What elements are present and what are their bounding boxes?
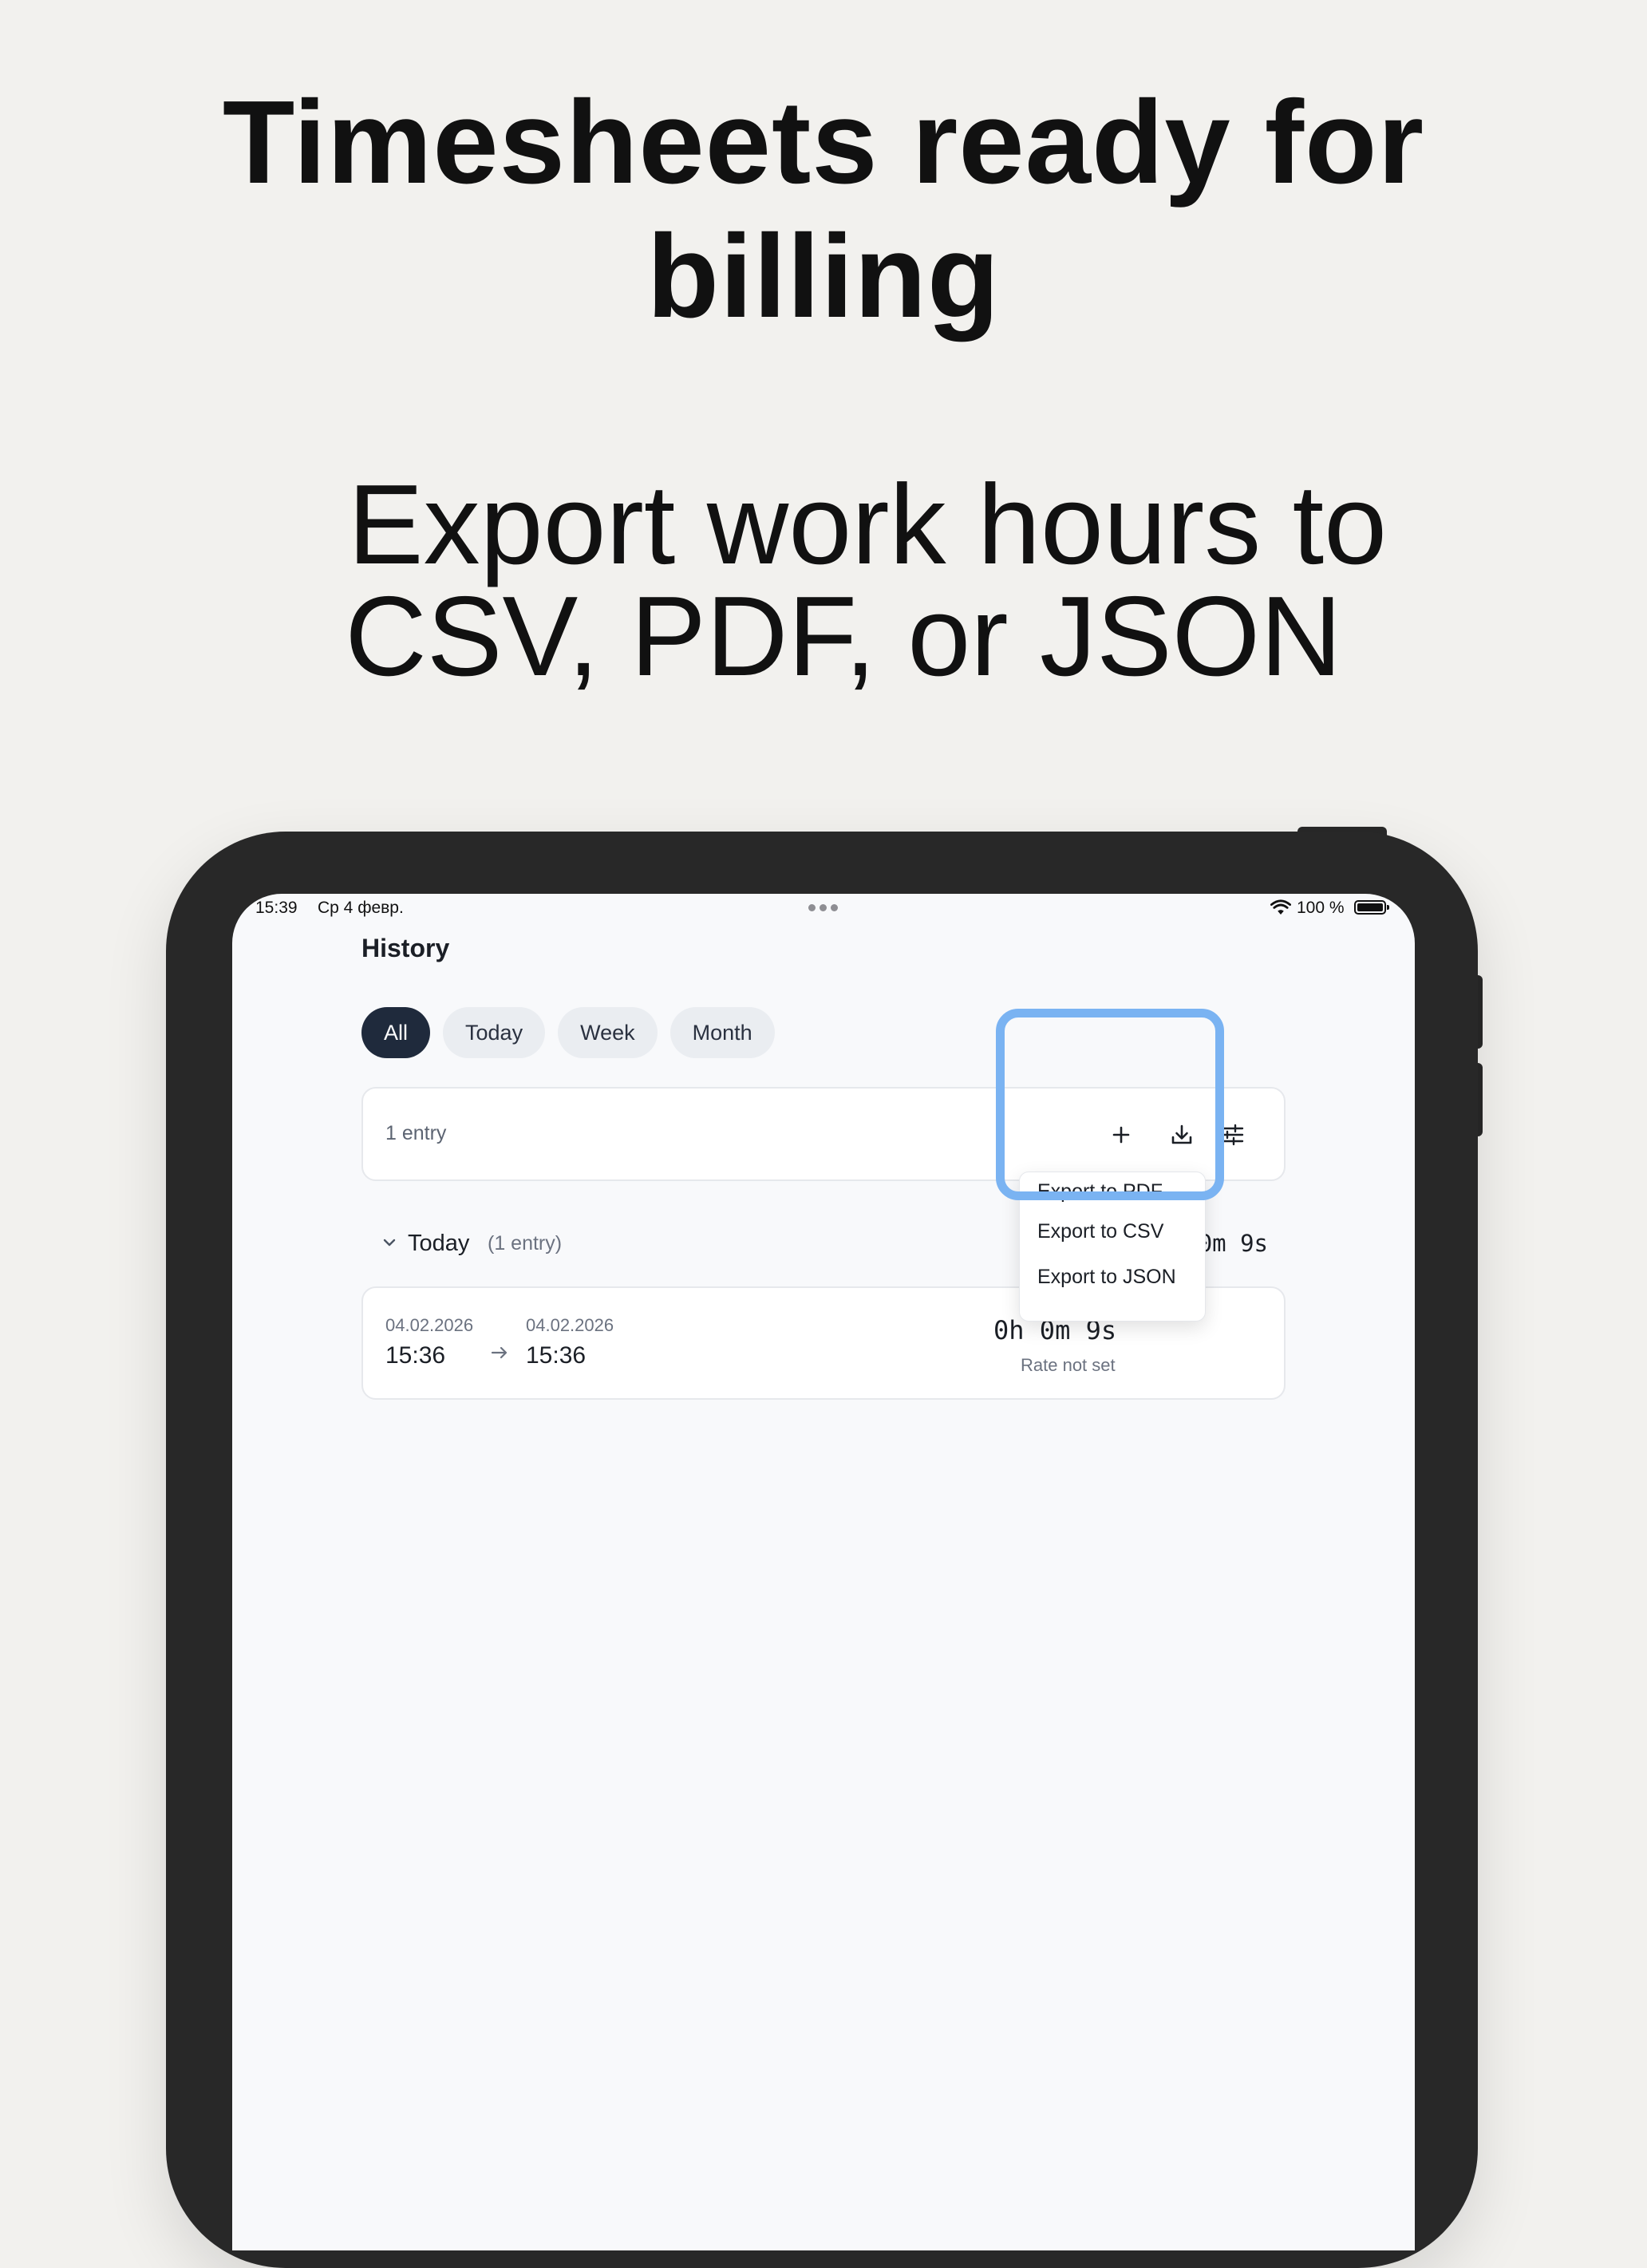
- status-bar: 15:39 Ср 4 февр. 100 %: [232, 894, 1415, 923]
- headline-line-1: Timesheets ready for: [222, 77, 1425, 208]
- status-date: Ср 4 февр.: [318, 899, 404, 917]
- entry-count: 1 entry: [385, 1122, 447, 1144]
- filter-chip-all[interactable]: All: [361, 1007, 431, 1058]
- entry-end-date: 04.02.2026: [526, 1315, 614, 1335]
- wifi-icon: [1270, 899, 1291, 915]
- entry-start-time: 15:36: [385, 1342, 446, 1369]
- entry-end-time: 15:36: [526, 1342, 587, 1369]
- marketing-headline: Timesheets ready for billing: [0, 76, 1647, 344]
- battery-percent: 100 %: [1297, 899, 1345, 917]
- marketing-subhead: Export work hours to CSV, PDF, or JSON: [0, 461, 1647, 700]
- period-filter-chips: All Today Week Month: [361, 1007, 775, 1058]
- filter-chip-week[interactable]: Week: [558, 1007, 658, 1058]
- subhead-line-2: CSV, PDF, or JSON: [345, 573, 1342, 700]
- export-csv-option[interactable]: Export to CSV: [1037, 1220, 1163, 1243]
- export-json-option[interactable]: Export to JSON: [1037, 1266, 1176, 1289]
- group-entry-count: (1 entry): [488, 1232, 563, 1255]
- battery-icon: [1354, 900, 1389, 915]
- export-highlight-frame: [996, 1009, 1224, 1200]
- arrow-right-icon: [491, 1346, 508, 1359]
- group-title: Today: [408, 1231, 470, 1256]
- entry-start-date: 04.02.2026: [385, 1315, 474, 1335]
- filter-chip-month[interactable]: Month: [669, 1007, 775, 1058]
- chevron-down-icon[interactable]: [381, 1234, 398, 1251]
- multitasking-dots-icon[interactable]: [808, 904, 838, 911]
- subhead-line-1: Export work hours to: [347, 461, 1388, 588]
- status-time: 15:39: [255, 899, 298, 917]
- entry-rate: Rate not set: [1021, 1355, 1116, 1375]
- tablet-screen: 15:39 Ср 4 февр. 100 % History All Today…: [232, 894, 1415, 2250]
- filter-chip-today[interactable]: Today: [443, 1007, 546, 1058]
- page-title: History: [361, 934, 450, 962]
- headline-line-2: billing: [646, 211, 1001, 342]
